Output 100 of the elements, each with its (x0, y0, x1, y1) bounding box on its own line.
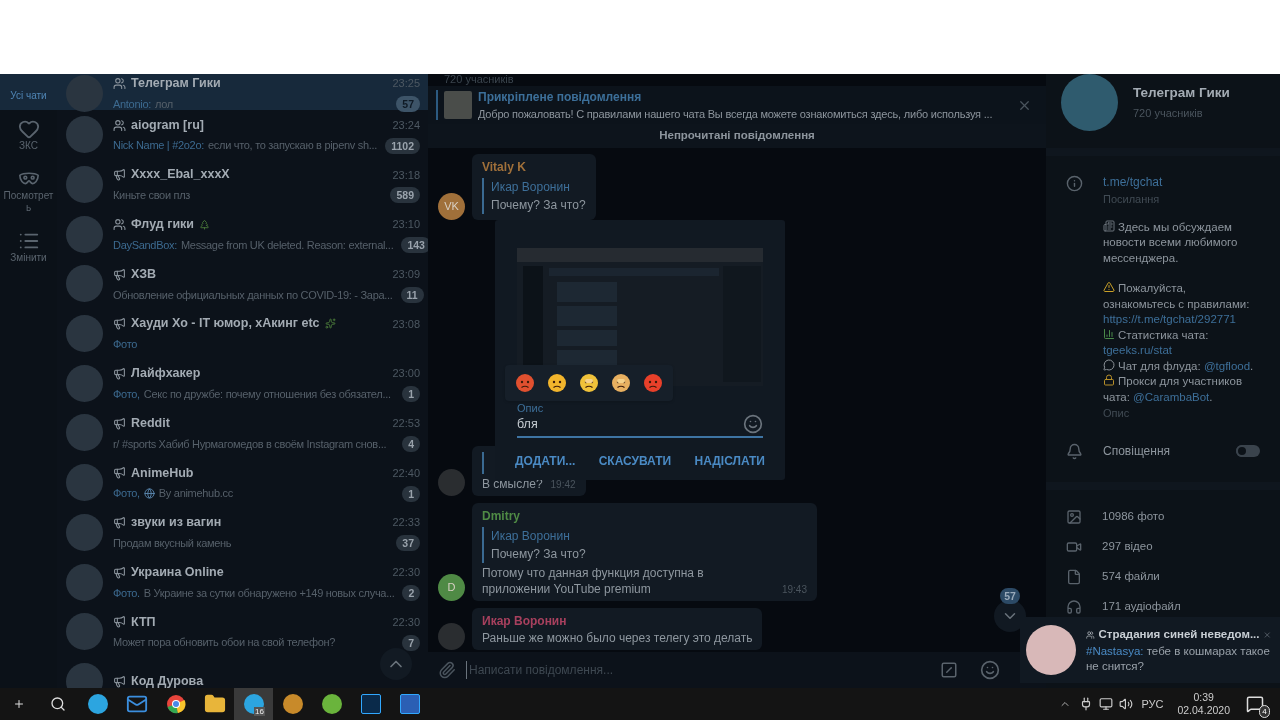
message-time: 19:43 (781, 583, 807, 597)
chat-row[interactable]: КТП 22:30 Может пора обновить обои на свой телефон? 7 (57, 606, 428, 657)
dialog-button[interactable]: ДОДАТИ... (513, 448, 578, 474)
chat-preview: Продам вкусный камень (113, 535, 232, 551)
avatar-photo (66, 116, 103, 154)
message-text: Потому что данная функция доступна в приложении YouTube premium (482, 565, 705, 597)
info-icon (1066, 175, 1083, 192)
link[interactable]: https://t.me/tgchat/292771 (1103, 313, 1236, 325)
smiley-icon[interactable] (743, 414, 763, 434)
avatar-photo (66, 74, 103, 112)
pinned-thumbnail (444, 91, 472, 119)
chat-row[interactable]: AnimeHub 22:40 Фото, By animehub.cc 1 (57, 457, 428, 508)
chat-preview: лол (154, 96, 173, 112)
dialog-button[interactable]: СКАСУВАТИ (596, 448, 674, 474)
reply-author: Икар Воронин (491, 179, 571, 196)
group-icon (113, 118, 126, 132)
chat-row[interactable]: Хауди Хо - IT юмор, хАкинг etc 23:08 Фото (57, 308, 428, 359)
megaphone-icon (113, 416, 126, 430)
network-icon[interactable] (1099, 697, 1114, 711)
avatar-initials: VK (438, 193, 465, 220)
angry-face-icon (515, 373, 535, 393)
chat-time: 22:40 (392, 465, 420, 481)
dialog-button[interactable]: НАДІСЛАТИ (692, 448, 767, 474)
folder-tab[interactable]: Усі чати (0, 74, 57, 110)
chat-preview: Обновление официальных данных по COVID-19: - Зара... (113, 287, 393, 303)
group-icon (113, 217, 126, 231)
taskbar-app[interactable]: 16 (234, 688, 273, 720)
avatar-photo (1026, 625, 1076, 675)
chat-time: 23:00 (392, 366, 420, 382)
link-caption: Посилання (1103, 192, 1161, 207)
language-indicator[interactable]: РУС (1141, 695, 1164, 713)
chrome-icon (165, 694, 186, 714)
bot-commands-icon[interactable] (940, 661, 958, 679)
megaphone-icon (113, 615, 126, 629)
unread-badge: 143 (401, 237, 428, 254)
unread-badge: 57 (396, 95, 420, 112)
padlock-icon (1103, 374, 1115, 386)
avatar-photo (438, 623, 465, 650)
chat-row[interactable]: ХЗВ 23:09 Обновление официальных данных по COVID-19: - Зара... 11 (57, 259, 428, 309)
chat-name: звуки из вагин (131, 514, 222, 532)
start-icon[interactable] (13, 698, 25, 710)
unread-badge: 1 (402, 386, 420, 403)
unread-badge: 2 (402, 584, 421, 601)
chat-preview: если что, то запускаю в pipenv sh... (208, 138, 378, 154)
chat-row[interactable]: aiogram [ru] 23:24 Nick Name | #2o2o: если что, то запускаю в pipenv sh... 1102 (57, 110, 428, 160)
megaphone-icon (113, 565, 126, 579)
chat-name: Телеграм Гики (131, 74, 221, 92)
audio-icon (1066, 599, 1082, 615)
chat-row[interactable]: Лайфхакер 23:00 Фото, Секс по дружбе: почему отношения без обязател... 1 (57, 358, 428, 409)
pinned-message-bar[interactable]: Прикріплене повідомлення Добро пожаловать! С правилами нашего чата Вы всегда можете ознакомиться здесь, либо используя ... (428, 86, 1046, 124)
chat-time: 23:18 (392, 167, 420, 183)
chat-sender: Фото (113, 337, 138, 353)
clock-date: 02.04.2020 (1177, 704, 1230, 717)
unread-count-badge: 57 (1000, 588, 1020, 604)
chat-row[interactable]: звуки из вагин 22:33 Продам вкусный камень 37 (57, 507, 428, 558)
chat-name: Хауди Хо - IT юмор, хАкинг etc (131, 315, 320, 333)
action-center-button[interactable]: 4 (1244, 693, 1266, 715)
avatar-photo (66, 315, 103, 353)
avatar-photo (66, 662, 103, 688)
search-icon[interactable] (50, 696, 66, 712)
volume-icon[interactable] (1119, 697, 1134, 711)
group-link[interactable]: t.me/tgchat (1103, 173, 1255, 191)
chat-row[interactable]: Xxxx_Ebal_xxxX 23:18 Киньте свои плз 589 (57, 159, 428, 210)
avatar-photo (66, 563, 103, 601)
media-row[interactable]: 297 відео (1046, 532, 1280, 562)
chat-preview: Киньте свои плз (113, 188, 191, 204)
folder-label: Посмотреть (3, 190, 54, 214)
reply-text: Почему? За что? (491, 197, 586, 214)
notifications-toggle[interactable] (1236, 445, 1260, 457)
avatar-photo (66, 364, 103, 402)
chat-row[interactable]: Флуд гики 23:10 DaySandBox: Message from UK deleted. Reason: external... 143 (57, 209, 428, 260)
description-text: Статистика чата: tgeeks.ru/stat (1103, 327, 1210, 358)
emoji-icon[interactable] (980, 660, 1000, 680)
unread-badge: 37 (396, 535, 420, 552)
link[interactable]: tgeeks.ru/stat (1103, 344, 1173, 356)
chat-preview: By animehub.cc (158, 486, 233, 502)
description-text: Здесь мы обсуждаем новости всеми любимого мессенджера. (1103, 219, 1239, 266)
globe-icon (143, 488, 155, 500)
caption-field[interactable]: бля (517, 414, 763, 438)
chat-row[interactable]: Украина Online 22:30 Фото. В Украине за сутки обнаружено +149 новых случа... 2 (57, 557, 428, 607)
media-row[interactable]: 574 файли (1046, 562, 1280, 592)
clock-time: 0:39 (1193, 691, 1214, 704)
unread-badge: 1 (402, 485, 420, 502)
unread-badge: 11 (400, 286, 424, 303)
chat-time: 23:09 (392, 266, 420, 282)
avatar-photo (66, 613, 103, 651)
avatar-photo (66, 265, 103, 303)
chat-row[interactable]: Reddit 22:53 r/ #sports Хабиб Нурмагомедов в своём Instagram снов... 4 (57, 408, 428, 458)
unread-badge: 7 (402, 634, 420, 651)
attach-icon[interactable] (438, 661, 456, 679)
description-caption: Опис (1103, 406, 1131, 421)
description-text: Чат для флуда: @tgflood. (1103, 358, 1255, 374)
avatar-photo (66, 464, 103, 502)
notification-toast[interactable]: Страдания синей неведом... #Nastasya: тебе в кошмарах такое не снится? (1020, 617, 1280, 683)
mail-icon (125, 693, 148, 715)
chat-name: Лайфхакер (131, 365, 201, 383)
caption-value: бля (517, 415, 539, 433)
chat-preview: Может пора обновить обои на свой телефон? (113, 635, 336, 651)
media-row[interactable]: 10986 фото (1046, 502, 1280, 532)
scroll-up-button[interactable] (380, 648, 412, 680)
